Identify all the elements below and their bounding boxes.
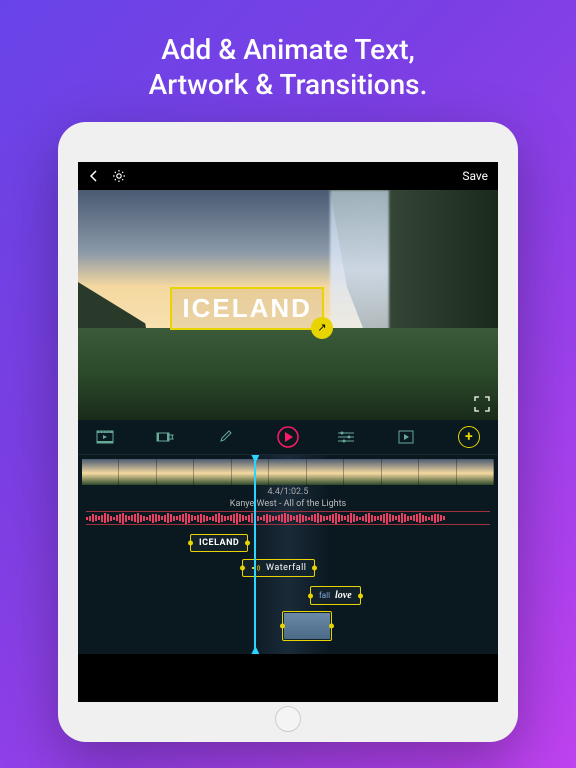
- audio-clip[interactable]: Waterfall: [242, 559, 315, 577]
- timecode-label: 4.4/1:02.5: [78, 485, 498, 497]
- clip-tool-icon[interactable]: [156, 430, 188, 444]
- overlay-text: ICELAND: [182, 293, 312, 323]
- artwork-clip[interactable]: fall love: [310, 586, 361, 605]
- back-icon[interactable]: [88, 170, 100, 182]
- adjust-tool-icon[interactable]: [337, 430, 369, 444]
- save-button[interactable]: Save: [462, 169, 488, 183]
- text-clip[interactable]: ICELAND: [190, 534, 248, 552]
- timeline[interactable]: 4.4/1:02.5 Kanye West - All of the Light…: [78, 455, 498, 654]
- brush-tool-icon[interactable]: [217, 429, 249, 445]
- artwork-clip-label: love: [335, 590, 352, 601]
- app-screen: Save ICELAND ↗ +: [78, 162, 498, 702]
- home-button: [275, 706, 301, 732]
- media-clip[interactable]: [282, 611, 332, 641]
- play-button[interactable]: [277, 426, 309, 448]
- promo-line-1: Add & Animate Text,: [161, 33, 415, 66]
- expand-icon[interactable]: [474, 396, 490, 412]
- gear-icon[interactable]: [112, 169, 126, 183]
- add-button[interactable]: +: [458, 426, 480, 448]
- audio-title: Kanye West - All of the Lights: [86, 499, 490, 511]
- topbar: Save: [78, 162, 498, 190]
- editor-toolbar: +: [78, 420, 498, 455]
- tablet-frame: Save ICELAND ↗ +: [58, 122, 518, 742]
- edit-text-icon[interactable]: ↗: [311, 317, 333, 339]
- media-tool-icon[interactable]: [96, 430, 128, 444]
- audio-track[interactable]: Kanye West - All of the Lights: [78, 497, 498, 527]
- text-overlay-selection[interactable]: ICELAND ↗: [170, 287, 324, 330]
- video-preview[interactable]: ICELAND ↗: [78, 190, 498, 420]
- audio-waveform[interactable]: [86, 511, 490, 525]
- promo-title: Add & Animate Text, Artwork & Transition…: [0, 0, 576, 122]
- media-thumbnail: [284, 613, 330, 639]
- promo-line-2: Artwork & Transitions.: [149, 68, 428, 101]
- export-tool-icon[interactable]: [398, 430, 430, 444]
- artwork-prefix: fall: [319, 591, 330, 600]
- text-clip-label: ICELAND: [199, 538, 239, 548]
- filmstrip-track[interactable]: [78, 459, 498, 485]
- playhead[interactable]: [254, 455, 256, 654]
- audio-clip-label: Waterfall: [266, 563, 306, 573]
